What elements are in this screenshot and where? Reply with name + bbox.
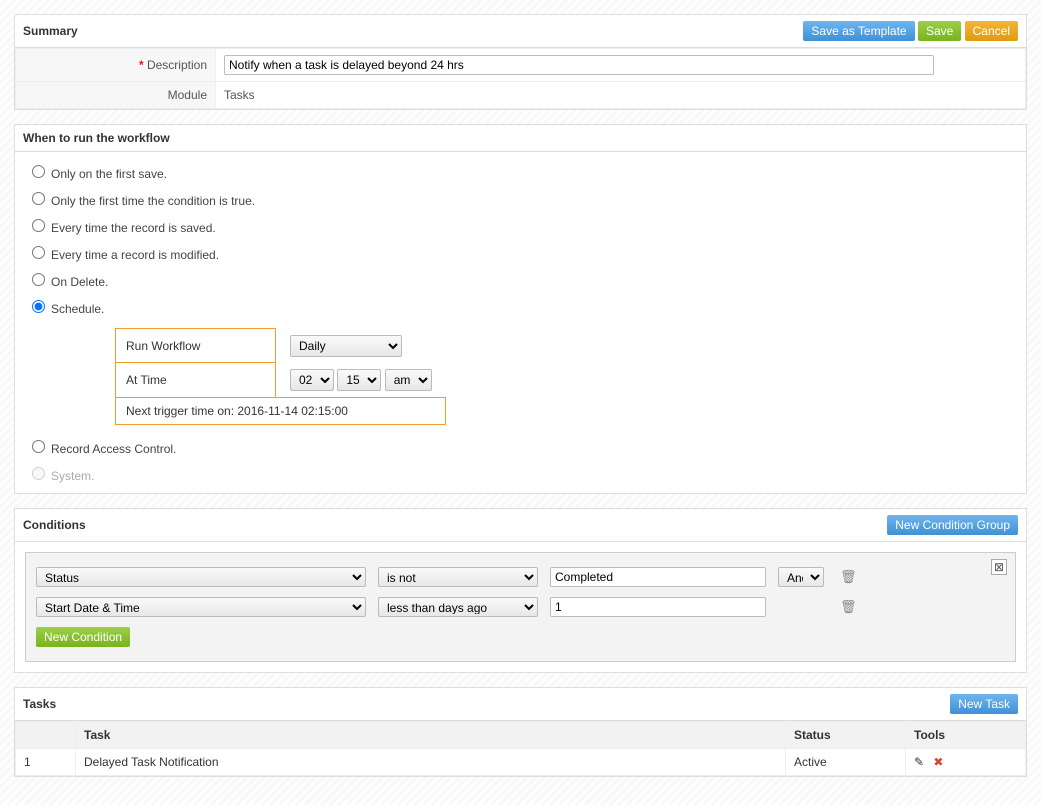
label-first-cond[interactable]: Only the first time the condition is tru…: [51, 194, 255, 208]
radio-every-modify[interactable]: [32, 246, 45, 259]
radio-rac[interactable]: [32, 440, 45, 453]
task-index: 1: [16, 748, 76, 775]
condition-join-select[interactable]: And: [778, 567, 824, 587]
label-every-save[interactable]: Every time the record is saved.: [51, 221, 216, 235]
delete-task-icon[interactable]: ✖: [933, 755, 943, 769]
schedule-box: Run Workflow Daily At Time 02 15 am: [115, 328, 1022, 425]
summary-title: Summary: [23, 24, 78, 38]
task-col-task: Task: [76, 721, 786, 748]
save-button[interactable]: Save: [918, 21, 961, 41]
conditions-title: Conditions: [23, 518, 86, 532]
task-col-index: [16, 721, 76, 748]
save-template-button[interactable]: Save as Template: [803, 21, 914, 41]
task-col-tools: Tools: [906, 721, 1026, 748]
module-label: Module: [16, 82, 216, 109]
edit-task-icon[interactable]: ✎: [914, 755, 924, 769]
schedule-ampm-select[interactable]: am: [385, 369, 432, 391]
radio-first-save[interactable]: [32, 165, 45, 178]
close-group-icon[interactable]: ⊠: [991, 559, 1007, 575]
condition-field-select[interactable]: Status: [36, 567, 366, 587]
schedule-minute-select[interactable]: 15: [337, 369, 381, 391]
condition-op-select[interactable]: less than days ago: [378, 597, 538, 617]
tasks-header: Tasks New Task: [15, 688, 1026, 721]
module-value: Tasks: [216, 82, 1026, 109]
condition-group: ⊠ Status is not And 🗑 Start Date & Time …: [25, 552, 1016, 662]
schedule-frequency-select[interactable]: Daily: [290, 335, 402, 357]
radio-schedule[interactable]: [32, 300, 45, 313]
new-condition-button[interactable]: New Condition: [36, 627, 130, 647]
required-asterisk: *: [139, 58, 144, 72]
label-on-delete[interactable]: On Delete.: [51, 275, 108, 289]
description-input[interactable]: [224, 55, 934, 75]
schedule-hour-select[interactable]: 02: [290, 369, 334, 391]
when-header: When to run the workflow: [15, 125, 1026, 152]
label-rac[interactable]: Record Access Control.: [51, 442, 176, 456]
description-label-cell: * Description: [16, 49, 216, 82]
radio-system: [32, 467, 45, 480]
condition-field-select[interactable]: Start Date & Time: [36, 597, 366, 617]
tasks-title: Tasks: [23, 697, 56, 711]
conditions-header: Conditions New Condition Group: [15, 509, 1026, 542]
task-col-status: Status: [786, 721, 906, 748]
summary-header: Summary Save as Template Save Cancel: [15, 15, 1026, 48]
label-first-save[interactable]: Only on the first save.: [51, 167, 167, 181]
condition-op-select[interactable]: is not: [378, 567, 538, 587]
new-condition-group-button[interactable]: New Condition Group: [887, 515, 1018, 535]
condition-value-input[interactable]: [550, 567, 766, 587]
new-task-button[interactable]: New Task: [950, 694, 1018, 714]
cancel-button[interactable]: Cancel: [965, 21, 1018, 41]
label-schedule[interactable]: Schedule.: [51, 302, 104, 316]
condition-value-input[interactable]: [550, 597, 766, 617]
radio-every-save[interactable]: [32, 219, 45, 232]
when-panel: When to run the workflow Only on the fir…: [14, 124, 1027, 494]
schedule-run-label: Run Workflow: [116, 329, 276, 363]
schedule-at-label: At Time: [116, 363, 276, 398]
task-name: Delayed Task Notification: [76, 748, 786, 775]
tasks-panel: Tasks New Task Task Status Tools 1 Delay…: [14, 687, 1027, 777]
description-label: Description: [147, 58, 207, 72]
delete-condition-icon[interactable]: 🗑: [840, 599, 857, 615]
radio-first-cond[interactable]: [32, 192, 45, 205]
condition-row: Start Date & Time less than days ago 🗑: [36, 597, 1005, 617]
task-row: 1 Delayed Task Notification Active ✎ ✖: [16, 748, 1026, 775]
schedule-next-trigger: Next trigger time on: 2016-11-14 02:15:0…: [116, 397, 446, 424]
condition-row: Status is not And 🗑: [36, 567, 1005, 587]
delete-condition-icon[interactable]: 🗑: [840, 569, 857, 585]
label-every-modify[interactable]: Every time a record is modified.: [51, 248, 219, 262]
when-title: When to run the workflow: [23, 131, 170, 145]
task-status: Active: [786, 748, 906, 775]
conditions-panel: Conditions New Condition Group ⊠ Status …: [14, 508, 1027, 673]
radio-on-delete[interactable]: [32, 273, 45, 286]
summary-panel: Summary Save as Template Save Cancel * D…: [14, 14, 1027, 110]
label-system: System.: [51, 469, 94, 483]
